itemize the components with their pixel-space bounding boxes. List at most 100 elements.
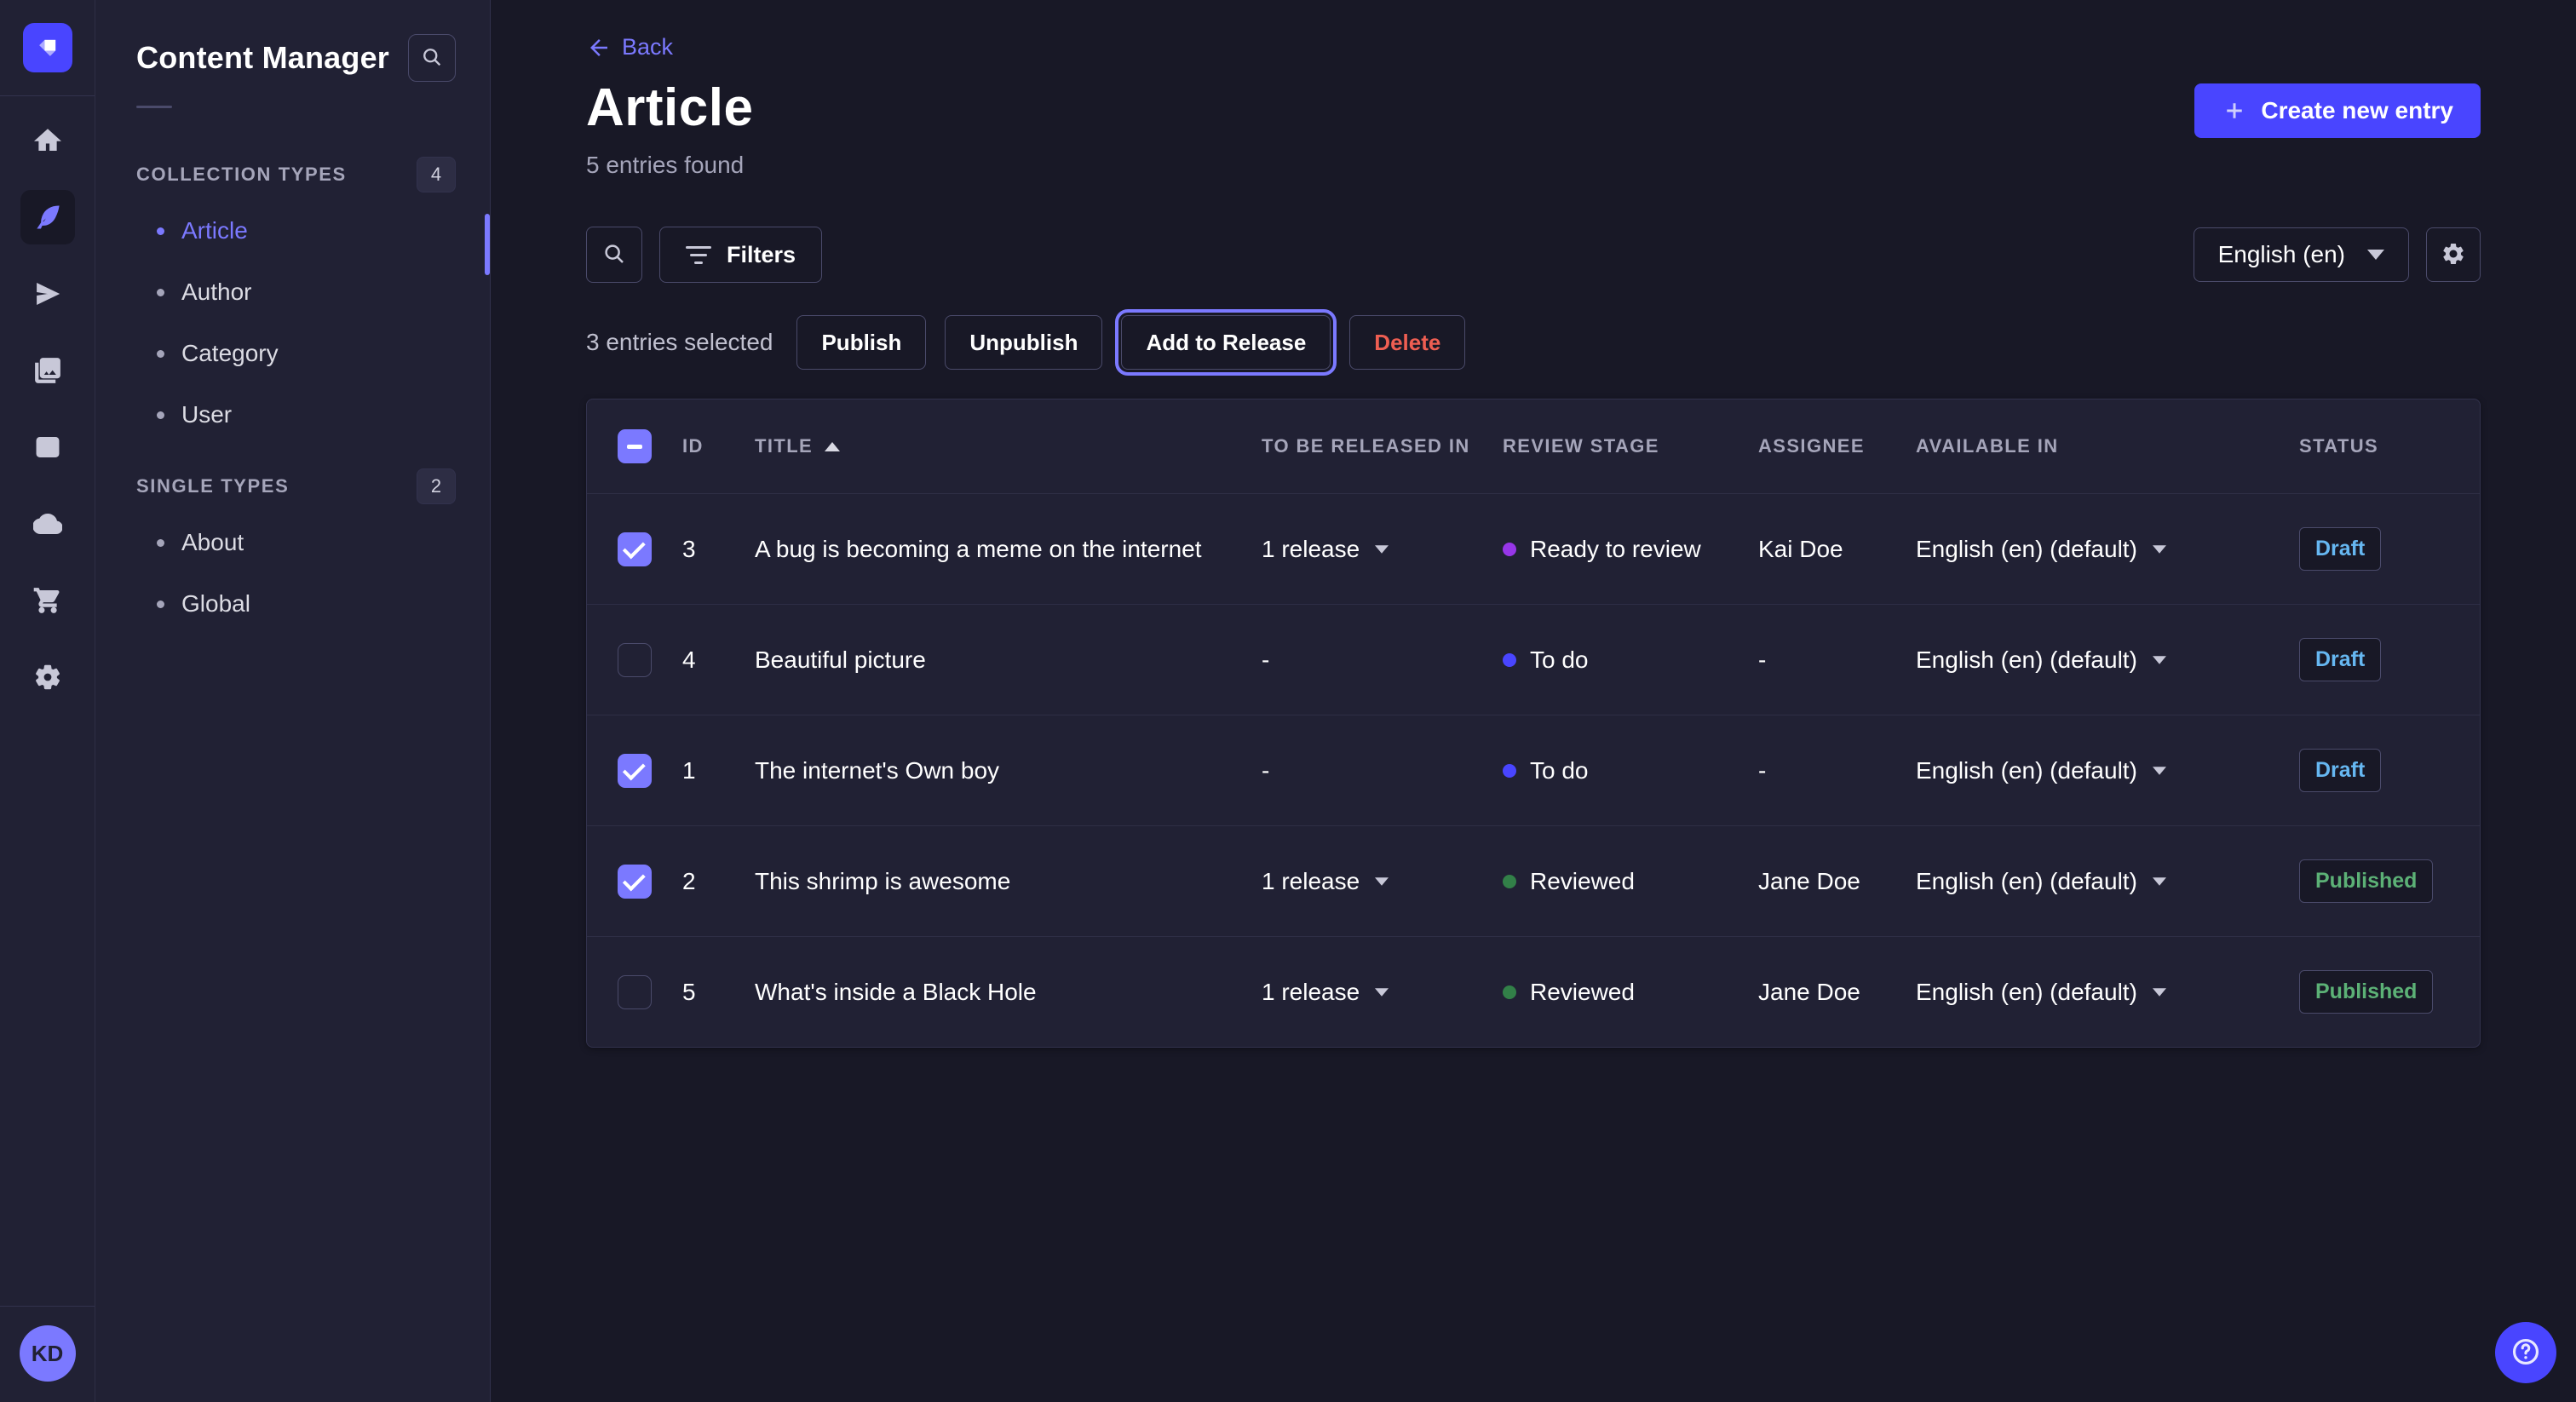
locale-caret-icon[interactable] [2153,545,2166,554]
col-header-status[interactable]: STATUS [2299,435,2480,457]
bullet-icon [157,411,164,419]
search-entries-button[interactable] [586,227,642,283]
col-header-assignee[interactable]: ASSIGNEE [1758,435,1916,457]
help-button[interactable] [2495,1322,2556,1383]
bullet-icon [157,539,164,547]
releases-icon[interactable] [20,267,75,321]
available-in-cell[interactable]: English (en) (default) [1916,979,2299,1006]
released-cell[interactable]: 1 release [1262,536,1503,563]
sidebar-search-button[interactable] [408,34,456,82]
review-stage-dot [1503,764,1516,778]
single-types-count: 2 [417,468,456,504]
sidebar-item-global[interactable]: Global [95,573,490,635]
entries-table: ID TITLE TO BE RELEASED IN REVIEW STAGE … [586,399,2481,1048]
available-in-cell[interactable]: English (en) (default) [1916,536,2299,563]
released-cell[interactable]: 1 release [1262,868,1503,895]
sidebar-item-about[interactable]: About [95,512,490,573]
released-cell[interactable]: - [1262,757,1503,784]
release-caret-icon[interactable] [1375,877,1389,886]
locale-caret-icon[interactable] [2153,877,2166,886]
logo-block [0,0,95,96]
sidebar-item-article[interactable]: Article [95,200,490,261]
review-stage-cell: Reviewed [1503,979,1758,1006]
sidebar-item-user[interactable]: User [95,384,490,445]
table-row[interactable]: 2 This shrimp is awesome 1 release Revie… [587,825,2480,936]
back-arrow-icon [586,35,612,60]
create-new-entry-button[interactable]: Create new entry [2194,83,2481,138]
assignee-cell: - [1758,646,1916,674]
active-item-indicator [485,214,490,275]
view-settings-button[interactable] [2426,227,2481,282]
locale-caret-icon[interactable] [2153,656,2166,664]
settings-gear-icon[interactable] [20,650,75,704]
status-badge: Draft [2299,749,2381,792]
table-row[interactable]: 3 A bug is becoming a meme on the intern… [587,493,2480,604]
row-checkbox[interactable] [618,865,652,899]
col-header-review[interactable]: REVIEW STAGE [1503,435,1758,457]
unpublish-button[interactable]: Unpublish [945,315,1102,370]
back-link[interactable]: Back [586,34,673,60]
table-row[interactable]: 1 The internet's Own boy - To do - Engli… [587,715,2480,825]
publish-button[interactable]: Publish [796,315,926,370]
sidebar-item-label: User [181,401,232,428]
available-in-cell[interactable]: English (en) (default) [1916,757,2299,784]
release-caret-icon[interactable] [1375,988,1389,997]
released-cell[interactable]: - [1262,646,1503,674]
id-cell: 2 [682,868,755,895]
review-stage-cell: Reviewed [1503,868,1758,895]
review-stage-dot [1503,543,1516,556]
col-header-title[interactable]: TITLE [755,435,1262,457]
available-in-cell[interactable]: English (en) (default) [1916,646,2299,674]
status-badge: Draft [2299,638,2381,681]
available-in-cell[interactable]: English (en) (default) [1916,868,2299,895]
locale-caret-icon[interactable] [2153,767,2166,775]
delete-button[interactable]: Delete [1349,315,1465,370]
sidebar-item-label: Author [181,279,252,306]
locale-select[interactable]: English (en) [2194,227,2409,282]
sidebar-footer: KD [0,1306,95,1402]
content-manager-icon[interactable] [20,190,75,244]
row-checkbox[interactable] [618,643,652,677]
release-caret-icon[interactable] [1375,545,1389,554]
single-types-label: SINGLE TYPES [136,475,289,497]
content-type-builder-icon[interactable] [20,420,75,474]
add-to-release-button[interactable]: Add to Release [1121,315,1331,370]
back-label: Back [622,34,673,60]
cloud-icon[interactable] [20,497,75,551]
primary-sidebar: KD [0,0,95,1402]
locale-caret-icon[interactable] [2153,988,2166,997]
review-stage-dot [1503,985,1516,999]
collection-types-label: COLLECTION TYPES [136,164,347,186]
released-cell[interactable]: 1 release [1262,979,1503,1006]
sort-ascending-icon[interactable] [825,442,840,451]
table-row[interactable]: 5 What's inside a Black Hole 1 release R… [587,936,2480,1047]
media-library-icon[interactable] [20,343,75,398]
filters-button[interactable]: Filters [659,227,822,283]
plugin-title: Content Manager [136,40,389,76]
user-avatar[interactable]: KD [20,1325,76,1382]
col-header-released[interactable]: TO BE RELEASED IN [1262,435,1503,457]
bullet-icon [157,600,164,608]
strapi-logo[interactable] [23,23,72,72]
row-checkbox[interactable] [618,975,652,1009]
select-all-checkbox[interactable] [618,429,652,463]
sidebar-item-category[interactable]: Category [95,323,490,384]
plus-icon [2222,98,2247,124]
status-badge: Draft [2299,527,2381,571]
review-stage-dot [1503,653,1516,667]
sidebar-item-author[interactable]: Author [95,261,490,323]
assignee-cell: Jane Doe [1758,979,1916,1006]
chevron-down-icon [2367,250,2384,260]
col-header-available[interactable]: AVAILABLE IN [1916,435,2299,457]
review-stage-cell: Ready to review [1503,536,1758,563]
col-header-id[interactable]: ID [682,435,755,457]
sidebar-item-label: Global [181,590,250,618]
title-cell: Beautiful picture [755,646,1262,674]
title-cell: A bug is becoming a meme on the internet [755,536,1262,563]
marketplace-cart-icon[interactable] [20,573,75,628]
table-row[interactable]: 4 Beautiful picture - To do - English (e… [587,604,2480,715]
row-checkbox[interactable] [618,754,652,788]
home-icon[interactable] [20,113,75,168]
assignee-cell: Kai Doe [1758,536,1916,563]
row-checkbox[interactable] [618,532,652,566]
